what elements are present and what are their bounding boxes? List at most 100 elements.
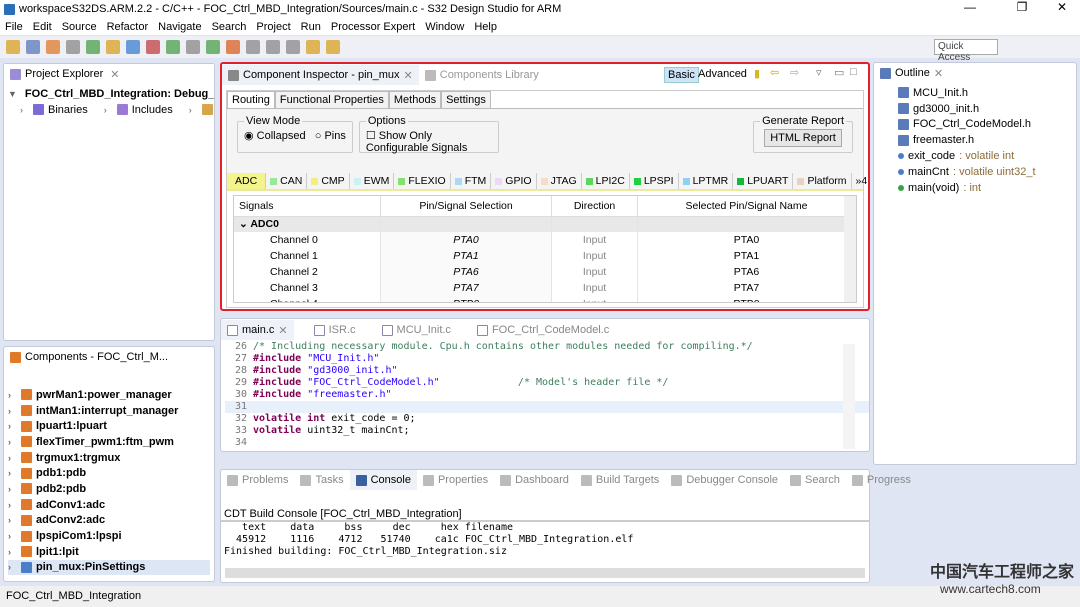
expand-icon[interactable]: › [8, 390, 17, 400]
expand-icon[interactable]: › [8, 437, 17, 447]
pin-selection-cell[interactable]: PTB0 [380, 296, 553, 302]
toolbar-button-icon[interactable] [46, 40, 60, 54]
collapsed-radio[interactable]: ◉ Collapsed [244, 130, 306, 142]
component-item[interactable]: › lpit1:lpit [8, 544, 210, 560]
forward-icon[interactable]: ⇨ [790, 66, 799, 79]
outline-item[interactable]: mainCnt : volatile uint32_t [898, 164, 1052, 180]
tab-components[interactable]: Components - FOC_Ctrl_M... [4, 347, 214, 367]
menu-run[interactable]: Run [296, 21, 326, 33]
basic-button[interactable]: Basic [664, 67, 699, 83]
tree-item[interactable]: ›FreeMaster_S32xx [177, 102, 214, 118]
minimize-icon[interactable]: ▭ [834, 66, 844, 79]
console-hscrollbar[interactable] [225, 568, 865, 578]
tab-search[interactable]: Search [784, 470, 846, 490]
toolbar-button-icon[interactable] [66, 40, 80, 54]
tab-build-targets[interactable]: Build Targets [575, 470, 665, 490]
peripheral-tab-cmp[interactable]: CMP [307, 173, 350, 189]
subtab-functional-properties[interactable]: Functional Properties [274, 91, 389, 108]
close-icon[interactable]: ✕ [404, 69, 413, 82]
tab-outline[interactable]: Outline ✕ [874, 63, 1076, 83]
peripheral-tab-lpi2c[interactable]: LPI2C [582, 173, 630, 189]
new-icon[interactable]: ▮ [754, 67, 760, 80]
tree-root[interactable]: ▼FOC_Ctrl_MBD_Integration: Debug_FLASH [8, 86, 214, 102]
expand-icon[interactable]: › [8, 453, 17, 463]
tab-console[interactable]: Console [349, 470, 417, 490]
toolbar-button-icon[interactable] [186, 40, 200, 54]
expand-icon[interactable]: › [8, 421, 17, 431]
expand-icon[interactable]: › [8, 484, 17, 494]
tab-problems[interactable]: Problems [221, 470, 294, 490]
maximize-button[interactable]: ❐ [1000, 0, 1044, 14]
menu-processor-expert[interactable]: Processor Expert [326, 21, 420, 33]
pin-selection-cell[interactable]: PTA7 [380, 280, 553, 296]
menu-source[interactable]: Source [57, 21, 102, 33]
column-header[interactable]: Pin/Signal Selection [380, 196, 553, 217]
pin-selection-cell[interactable]: PTA1 [380, 248, 553, 264]
toolbar-button-icon[interactable] [146, 40, 160, 54]
tab-component-inspector[interactable]: Component Inspector - pin_mux ✕ [222, 65, 419, 85]
outline-item[interactable]: gd3000_init.h [898, 101, 1052, 117]
peripheral-tab-gpio[interactable]: GPIO [491, 173, 537, 189]
component-item[interactable]: › intMan1:interrupt_manager [8, 403, 210, 419]
tab-progress[interactable]: Progress [846, 470, 917, 490]
outline-item[interactable]: freemaster.h [898, 132, 1052, 148]
peripheral-tab-ewm[interactable]: EWM [350, 173, 395, 189]
peripheral-tab-lpuart[interactable]: LPUART [733, 173, 794, 189]
toolbar-button-icon[interactable] [106, 40, 120, 54]
quick-access-input[interactable]: Quick Access [934, 39, 998, 63]
toolbar-button-icon[interactable] [26, 40, 40, 54]
expand-icon[interactable]: › [8, 547, 17, 557]
table-row[interactable]: Channel 2 PTA6 Input PTA6 [234, 264, 856, 280]
editor-tab[interactable]: FOC_Ctrl_CodeModel.c [471, 320, 615, 340]
menu-navigate[interactable]: Navigate [153, 21, 206, 33]
toolbar-button-icon[interactable] [306, 40, 320, 54]
toolbar-button-icon[interactable] [206, 40, 220, 54]
show-only-configurable-checkbox[interactable]: ☐ Show Only Configurable Signals [366, 130, 468, 154]
menu-help[interactable]: Help [469, 21, 502, 33]
peripheral-tab-flexio[interactable]: FLEXIO [394, 173, 451, 189]
more-tabs-button[interactable]: »4 [852, 173, 872, 189]
close-icon[interactable]: ✕ [278, 324, 287, 337]
menu-edit[interactable]: Edit [28, 21, 57, 33]
expand-icon[interactable]: › [189, 105, 198, 115]
peripheral-tab-jtag[interactable]: JTAG [537, 173, 582, 189]
tab-debugger-console[interactable]: Debugger Console [665, 470, 784, 490]
close-icon[interactable]: ✕ [934, 67, 943, 80]
outline-item[interactable]: main(void) : int [898, 180, 1052, 196]
subtab-methods[interactable]: Methods [388, 91, 442, 108]
editor-tab[interactable]: ISR.c [308, 320, 362, 340]
table-row[interactable]: Channel 4PTB0InputPTB0 [234, 296, 856, 302]
menu-project[interactable]: Project [251, 21, 295, 33]
close-icon[interactable]: ✕ [110, 68, 119, 81]
toolbar-button-icon[interactable] [326, 40, 340, 54]
editor-scrollbar[interactable] [843, 344, 855, 449]
peripheral-tab-lptmr[interactable]: LPTMR [679, 173, 734, 189]
column-header[interactable]: Signals [234, 196, 381, 217]
html-report-button[interactable]: HTML Report [764, 129, 842, 147]
toolbar-button-icon[interactable] [86, 40, 100, 54]
outline-item[interactable]: FOC_Ctrl_CodeModel.h [898, 117, 1052, 133]
table-row[interactable]: Channel 1 PTA1 Input PTA1 [234, 248, 856, 264]
toolbar-button-icon[interactable] [6, 40, 20, 54]
component-item[interactable]: › flexTimer_pwm1:ftm_pwm [8, 434, 210, 450]
component-item[interactable]: › lpuart1:lpuart [8, 418, 210, 434]
pins-radio[interactable]: ○ Pins [315, 130, 346, 142]
tree-item[interactable]: › Includes [92, 102, 173, 118]
component-item[interactable]: › pwrMan1:power_manager [8, 387, 210, 403]
component-item[interactable]: › adConv2:adc [8, 513, 210, 529]
back-icon[interactable]: ⇦ [770, 66, 779, 79]
expand-icon[interactable]: › [8, 468, 17, 478]
toolbar-button-icon[interactable] [266, 40, 280, 54]
tab-tasks[interactable]: Tasks [294, 470, 349, 490]
component-item[interactable]: › pdb2:pdb [8, 481, 210, 497]
menu-refactor[interactable]: Refactor [102, 21, 154, 33]
table-scrollbar[interactable] [844, 196, 856, 302]
expand-icon[interactable]: › [20, 105, 29, 115]
tab-project-explorer[interactable]: Project Explorer ✕ [4, 64, 214, 84]
expand-icon[interactable]: › [104, 105, 113, 115]
toolbar-button-icon[interactable] [166, 40, 180, 54]
menu-search[interactable]: Search [207, 21, 252, 33]
expand-icon[interactable]: › [8, 562, 17, 572]
column-header[interactable]: Direction [551, 196, 639, 217]
peripheral-tab-platform[interactable]: Platform [793, 173, 852, 189]
